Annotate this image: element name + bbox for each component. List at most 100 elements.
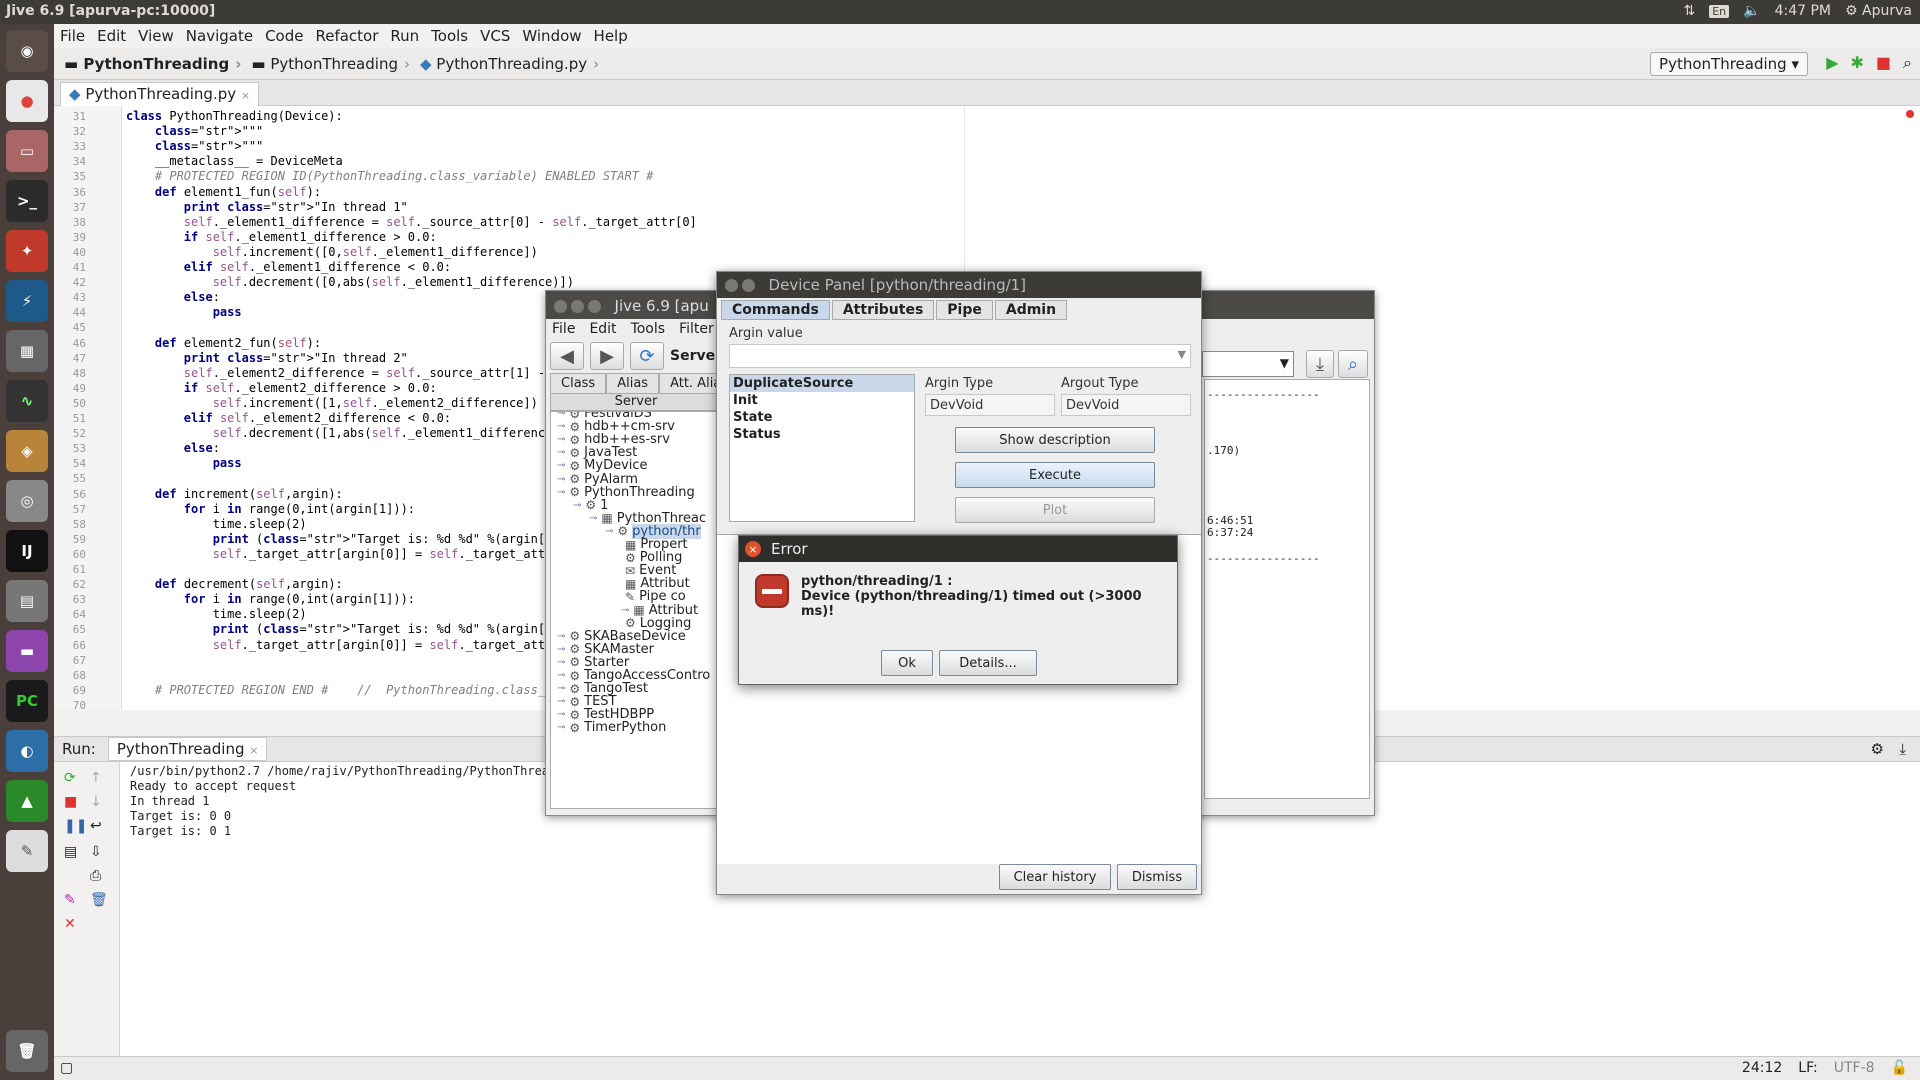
tree-node[interactable]: ⊸ ⚙ TimerPython <box>557 720 666 735</box>
back-button[interactable]: ◀ <box>550 342 584 370</box>
forward-button[interactable]: ▶ <box>590 342 624 370</box>
tab-run-python-threading[interactable]: PythonThreading × <box>107 737 268 761</box>
tree-toggle-icon[interactable]: ⊸ <box>557 487 565 498</box>
pause-icon[interactable]: ❚❚ <box>64 818 87 834</box>
tree-toggle-icon[interactable]: ⊸ <box>605 526 613 537</box>
command-item-status[interactable]: Status <box>730 426 914 443</box>
tab-commands[interactable]: Commands <box>721 300 830 320</box>
software-icon[interactable]: ◈ <box>6 430 48 472</box>
tree-toggle-icon[interactable]: ⊸ <box>557 421 565 432</box>
text-editor-icon[interactable]: ✎ <box>6 830 48 872</box>
command-item-duplicatesource[interactable]: DuplicateSource <box>730 375 914 392</box>
debug-icon[interactable]: ✱ <box>1851 53 1864 73</box>
tree-toggle-icon[interactable]: ⊸ <box>589 513 597 524</box>
app4-icon[interactable]: ▲ <box>6 780 48 822</box>
camera-icon[interactable]: ◎ <box>6 480 48 522</box>
chrome-icon[interactable]: ● <box>6 80 48 122</box>
monitor-icon[interactable]: ▦ <box>6 330 48 372</box>
down-icon[interactable]: ↓ <box>90 794 102 810</box>
minimize-window-button[interactable] <box>571 300 584 313</box>
server-tree[interactable]: ⊸ ⚙ FestivalDS ⊸ ⚙ hdb++cm-srv ⊸ ⚙ hdb++es-srv ⊸ ⚙… <box>550 411 722 809</box>
tree-toggle-icon[interactable]: ⊸ <box>557 631 565 642</box>
tab-attributes[interactable]: Attributes <box>831 300 935 320</box>
close-window-button[interactable] <box>554 300 567 313</box>
error-indicator-icon[interactable] <box>1906 110 1914 118</box>
breadcrumb-file[interactable]: ◆ PythonThreading.py › <box>420 55 599 73</box>
ok-button[interactable]: Ok <box>881 650 933 676</box>
command-list[interactable]: DuplicateSource Init State Status <box>729 374 915 522</box>
tab-python-threading-py[interactable]: ◆ PythonThreading.py × <box>60 82 260 106</box>
tree-toggle-icon[interactable]: ⊸ <box>557 412 565 419</box>
stop-icon[interactable]: ■ <box>64 794 77 810</box>
terminal-icon[interactable]: >_ <box>6 180 48 222</box>
tree-toggle-icon[interactable]: ⊸ <box>621 605 629 616</box>
menu-edit[interactable]: Edit <box>97 27 126 45</box>
refresh-button[interactable]: ⟳ <box>630 342 664 370</box>
menu-help[interactable]: Help <box>594 27 628 45</box>
maximize-window-button[interactable] <box>588 300 601 313</box>
details-button[interactable]: Details... <box>939 650 1037 676</box>
intellij-icon[interactable]: IJ <box>6 530 48 572</box>
close-icon[interactable]: × <box>249 744 258 757</box>
execute-button[interactable]: Execute <box>955 462 1155 488</box>
maximize-window-button[interactable] <box>742 279 755 292</box>
scroll-end-icon[interactable]: ⇩ <box>90 844 102 860</box>
app2-icon[interactable]: ▬ <box>6 630 48 672</box>
pin-icon[interactable]: ✎ <box>64 892 76 908</box>
menu-navigate[interactable]: Navigate <box>186 27 253 45</box>
tree-toggle-icon[interactable]: ⊸ <box>557 709 565 720</box>
keyboard-layout[interactable]: En <box>1709 4 1730 18</box>
menu-run[interactable]: Run <box>390 27 419 45</box>
settings-gear-icon[interactable]: ⚙ <box>1871 740 1884 758</box>
tab-admin[interactable]: Admin <box>994 300 1068 320</box>
tree-toggle-icon[interactable]: ⊸ <box>557 657 565 668</box>
jive-menu-tools[interactable]: Tools <box>631 321 666 339</box>
line-separator[interactable]: LF: <box>1798 1060 1817 1076</box>
calculator-icon[interactable]: ▤ <box>6 580 48 622</box>
close-icon[interactable]: × <box>241 89 250 102</box>
show-description-button[interactable]: Show description <box>955 427 1155 453</box>
hide-panel-icon[interactable]: ⤓ <box>1899 740 1906 758</box>
tab-class[interactable]: Class <box>550 373 607 394</box>
server-column-header[interactable]: Server <box>550 393 722 411</box>
trash-icon[interactable]: 🗑 <box>6 1030 48 1072</box>
search-button[interactable]: ⌕ <box>1338 350 1368 378</box>
tab-alias[interactable]: Alias <box>606 373 660 394</box>
print-icon[interactable]: ⎙ <box>90 868 101 884</box>
network-icon[interactable]: ⇅ <box>1684 3 1696 19</box>
tree-toggle-icon[interactable]: ⊸ <box>557 644 565 655</box>
tree-toggle-icon[interactable]: ⊸ <box>557 696 565 707</box>
app3-icon[interactable]: ◐ <box>6 730 48 772</box>
clear-history-button[interactable]: Clear history <box>999 864 1111 890</box>
files-icon[interactable]: ▭ <box>6 130 48 172</box>
menu-file[interactable]: File <box>60 27 85 45</box>
wrap-icon[interactable]: ↩ <box>90 818 102 834</box>
tree-toggle-icon[interactable]: ⊸ <box>557 447 565 458</box>
ubuntu-dash-icon[interactable]: ◉ <box>6 30 48 72</box>
go-down-button[interactable]: ⤓ <box>1306 350 1334 378</box>
breadcrumb-folder[interactable]: ▬ PythonThreading › <box>251 55 410 73</box>
app-icon[interactable]: ⚡ <box>6 280 48 322</box>
cursor-position[interactable]: 24:12 <box>1742 1060 1782 1076</box>
argin-input[interactable]: ▼ <box>729 344 1191 368</box>
rerun-icon[interactable]: ⟳ <box>64 770 76 786</box>
close-icon[interactable]: ✕ <box>64 916 76 932</box>
layout-icon[interactable]: ▤ <box>64 844 77 860</box>
breadcrumb-project[interactable]: ▬ PythonThreading › <box>64 55 241 73</box>
dismiss-button[interactable]: Dismiss <box>1117 864 1197 890</box>
tree-toggle-icon[interactable]: ⊸ <box>557 670 565 681</box>
menu-code[interactable]: Code <box>265 27 303 45</box>
server-combo[interactable]: ▼ <box>1202 351 1294 377</box>
tree-toggle-icon[interactable]: ⊸ <box>573 500 581 511</box>
stop-icon[interactable]: ■ <box>1876 53 1891 73</box>
menu-tools[interactable]: Tools <box>431 27 468 45</box>
tree-toggle-icon[interactable]: ⊸ <box>557 434 565 445</box>
jive-menu-file[interactable]: File <box>552 321 575 339</box>
jive-menu-edit[interactable]: Edit <box>589 321 616 339</box>
jive-menu-filter[interactable]: Filter <box>679 321 714 339</box>
lock-icon[interactable]: 🔓 <box>1891 1060 1908 1076</box>
run-configuration-select[interactable]: PythonThreading ▾ <box>1650 52 1808 76</box>
pycharm-icon[interactable]: PC <box>6 680 48 722</box>
close-window-button[interactable] <box>725 279 738 292</box>
up-icon[interactable]: ↑ <box>90 770 102 786</box>
